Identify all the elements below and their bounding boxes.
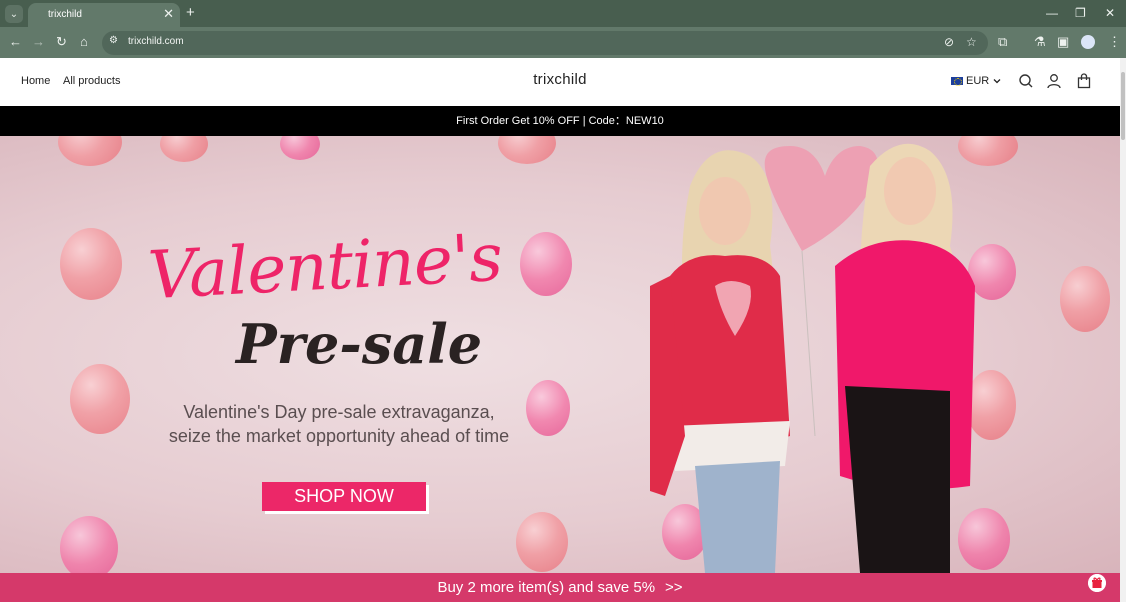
balloon-decoration bbox=[58, 136, 122, 166]
browser-toolbar: ← → ↻ ⌂ ⚙ trixchild.com ⊘ ☆ ⧉ ⚗ ▣ ⋮ bbox=[0, 27, 1126, 58]
tab-title: trixchild bbox=[48, 9, 82, 20]
hero-models-image bbox=[650, 143, 975, 573]
browser-tab-strip: ⌄ trixchild ✕ + — ❐ ✕ bbox=[0, 0, 1126, 27]
balloon-decoration bbox=[70, 364, 130, 434]
new-tab-plus-icon[interactable]: + bbox=[186, 4, 195, 22]
bundle-promo-bar[interactable]: Buy 2 more item(s) and save 5% >> bbox=[0, 573, 1120, 602]
balloon-decoration bbox=[516, 512, 568, 572]
profile-avatar-icon[interactable] bbox=[1081, 35, 1095, 49]
balloon-decoration bbox=[1060, 266, 1110, 332]
site-info-icon[interactable]: ⚙ bbox=[109, 35, 123, 49]
announcement-bar: First Order Get 10% OFF | Code：NEW10 bbox=[0, 106, 1120, 136]
balloon-decoration bbox=[160, 136, 208, 162]
tab-close-icon[interactable]: ✕ bbox=[163, 6, 174, 22]
search-icon[interactable] bbox=[1018, 73, 1034, 89]
page-scrollbar[interactable] bbox=[1120, 58, 1126, 602]
extensions-puzzle-icon[interactable]: ⧉ bbox=[998, 34, 1007, 50]
balloon-decoration bbox=[526, 380, 570, 436]
store-header: Home All products trixchild EUR bbox=[0, 58, 1126, 106]
bookmark-star-icon[interactable]: ☆ bbox=[966, 35, 977, 50]
hero-banner[interactable]: Valentine's Pre-sale Valentine's Day pre… bbox=[0, 136, 1120, 573]
minimize-icon[interactable]: — bbox=[1046, 5, 1058, 21]
balloon-decoration bbox=[280, 136, 320, 160]
back-arrow-icon[interactable]: ← bbox=[9, 34, 22, 50]
promo-arrow: >> bbox=[665, 579, 683, 596]
reload-icon[interactable]: ↻ bbox=[56, 34, 67, 50]
balloon-decoration bbox=[520, 232, 572, 296]
eye-slash-icon[interactable]: ⊘ bbox=[944, 35, 954, 50]
chevron-down-icon bbox=[993, 79, 1001, 84]
promo-text: Buy 2 more item(s) and save 5% bbox=[437, 579, 656, 596]
eu-flag-icon bbox=[951, 77, 963, 86]
side-panel-icon[interactable]: ▣ bbox=[1057, 34, 1069, 50]
hero-title-presale: Pre-sale bbox=[236, 312, 483, 376]
balloon-decoration bbox=[60, 516, 118, 573]
hero-subtitle: Valentine's Day pre-sale extravaganza, s… bbox=[164, 400, 514, 448]
address-bar[interactable]: ⚙ trixchild.com ⊘ ☆ bbox=[102, 31, 988, 55]
forward-arrow-icon[interactable]: → bbox=[32, 34, 45, 50]
scrollbar-thumb[interactable] bbox=[1121, 72, 1125, 140]
restore-icon[interactable]: ❐ bbox=[1075, 5, 1086, 21]
browser-tab-active[interactable]: trixchild ✕ bbox=[28, 3, 180, 27]
tab-search-chevron-icon[interactable]: ⌄ bbox=[5, 5, 23, 23]
hero-subtitle-line1: Valentine's Day pre-sale extravaganza, bbox=[183, 402, 495, 422]
cart-bag-icon[interactable] bbox=[1076, 73, 1092, 89]
currency-code: EUR bbox=[966, 75, 990, 87]
hero-subtitle-line2: seize the market opportunity ahead of ti… bbox=[168, 426, 510, 446]
labs-flask-icon[interactable]: ⚗ bbox=[1034, 34, 1046, 50]
url-text: trixchild.com bbox=[128, 36, 184, 47]
balloon-decoration bbox=[498, 136, 556, 164]
gift-icon[interactable] bbox=[1088, 574, 1106, 592]
browser-menu-icon[interactable]: ⋮ bbox=[1108, 34, 1121, 50]
shop-now-button[interactable]: SHOP NOW bbox=[262, 482, 426, 511]
home-icon[interactable]: ⌂ bbox=[80, 34, 88, 50]
window-close-icon[interactable]: ✕ bbox=[1105, 5, 1115, 21]
hero-title-valentines: Valentine's bbox=[146, 218, 504, 315]
balloon-decoration bbox=[60, 228, 122, 300]
account-icon[interactable] bbox=[1046, 73, 1062, 89]
currency-selector[interactable]: EUR bbox=[951, 75, 1002, 87]
